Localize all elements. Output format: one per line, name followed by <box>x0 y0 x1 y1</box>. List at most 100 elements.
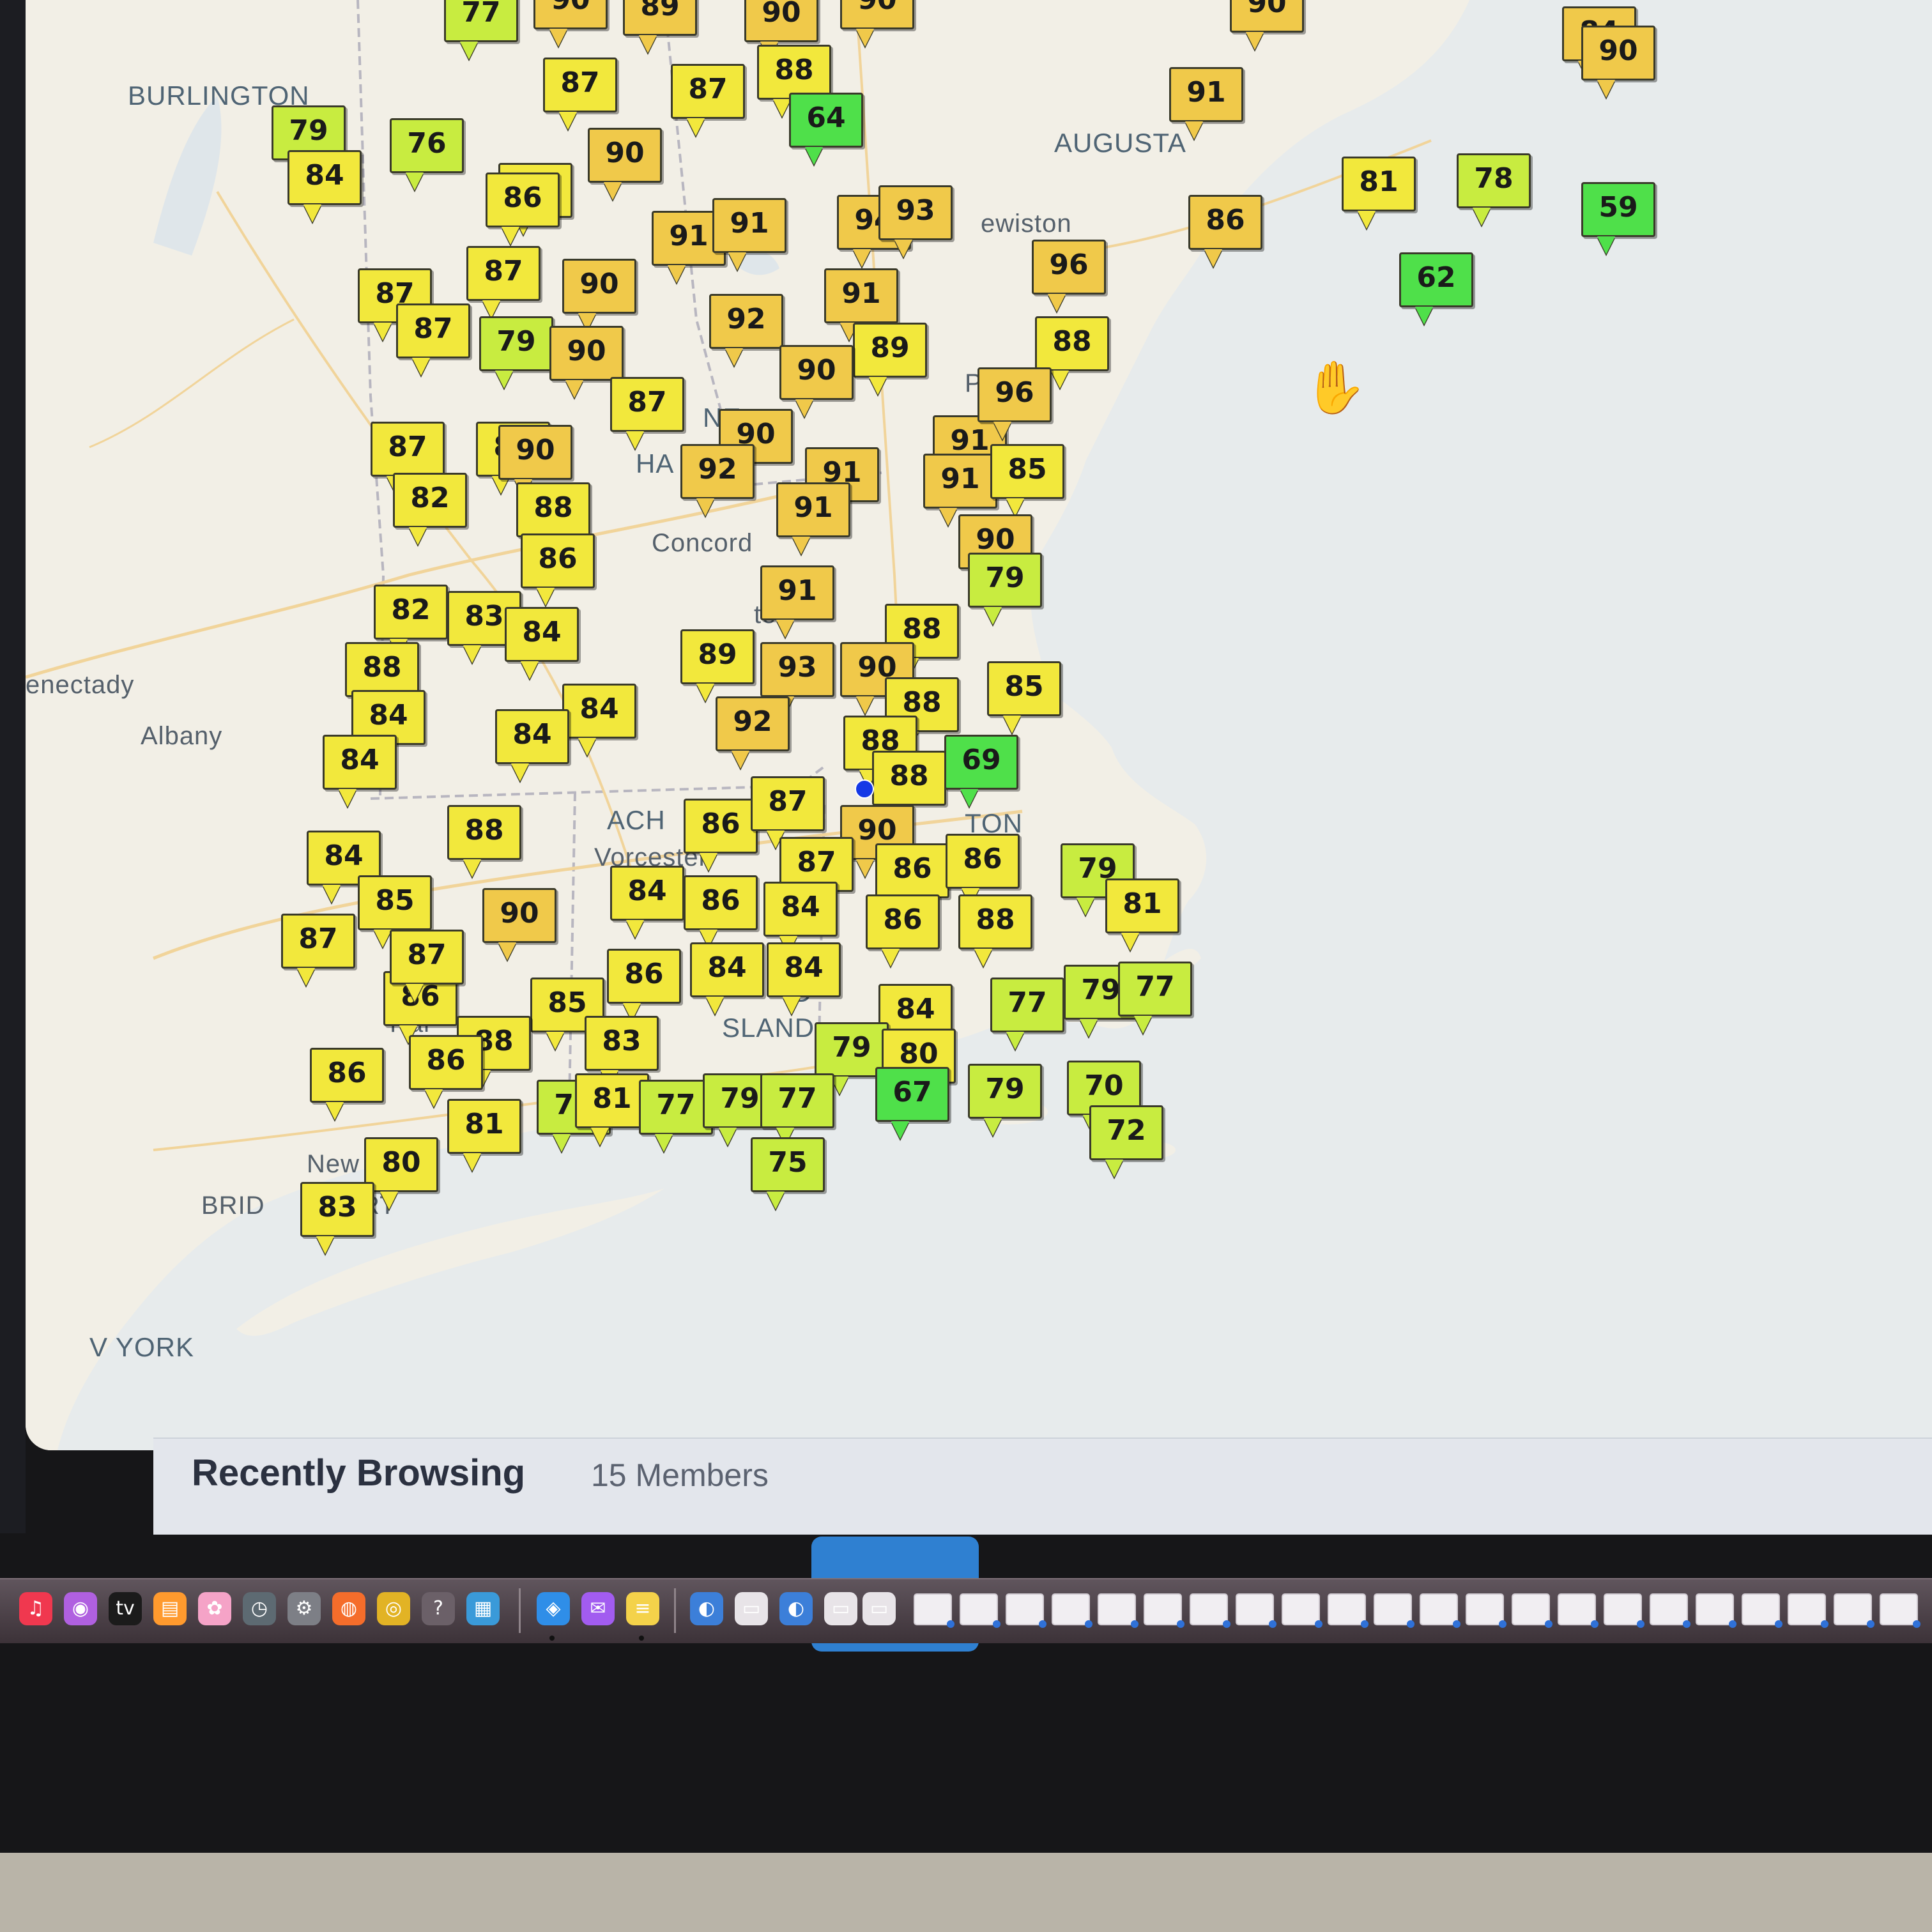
temperature-marker[interactable]: 81 <box>1105 878 1179 933</box>
podcasts-icon[interactable]: ◉ <box>64 1592 97 1625</box>
temperature-marker[interactable]: 86 <box>521 533 595 588</box>
temperature-marker[interactable]: 91 <box>824 268 898 323</box>
temperature-marker[interactable]: 87 <box>396 303 470 358</box>
temperature-marker[interactable]: 75 <box>751 1137 825 1192</box>
temperature-marker[interactable]: 92 <box>709 294 783 349</box>
weather-map[interactable]: BURLINGTON AUGUSTA ewiston Port Concord … <box>26 0 1932 1450</box>
temperature-marker[interactable]: 91 <box>923 454 997 509</box>
temperature-marker[interactable]: 90 <box>1581 26 1655 80</box>
temperature-marker[interactable]: 86 <box>1188 195 1262 250</box>
temperature-marker[interactable]: 87 <box>751 776 825 831</box>
temperature-marker[interactable]: 86 <box>486 172 560 227</box>
temperature-marker[interactable]: 86 <box>409 1035 483 1090</box>
minimized-window-thumbnail[interactable] <box>1650 1593 1690 1628</box>
temperature-marker[interactable]: 88 <box>345 642 419 697</box>
temperature-marker[interactable]: 77 <box>444 0 518 42</box>
minimized-window-thumbnail[interactable] <box>960 1593 1000 1628</box>
temperature-marker[interactable]: 86 <box>310 1048 384 1103</box>
minimized-window-thumbnail[interactable] <box>1604 1593 1644 1628</box>
temperature-marker[interactable]: 81 <box>1342 157 1416 211</box>
temperature-marker[interactable]: 85 <box>987 661 1061 716</box>
time-machine-icon[interactable]: ◷ <box>243 1592 276 1625</box>
preview-icon[interactable]: ▦ <box>466 1592 500 1625</box>
recently-browsing-count[interactable]: 15 Members <box>591 1457 769 1494</box>
globe-icon[interactable]: ◐ <box>690 1592 723 1625</box>
temperature-marker[interactable]: 89 <box>853 323 927 378</box>
temperature-marker[interactable]: 90 <box>549 326 624 381</box>
temperature-marker[interactable]: 84 <box>767 942 841 997</box>
notes-icon[interactable]: ≡ <box>626 1592 659 1625</box>
minimized-window-thumbnail[interactable] <box>1788 1593 1828 1628</box>
minimized-window-thumbnail[interactable] <box>1880 1593 1920 1628</box>
temperature-marker[interactable]: 84 <box>323 735 397 790</box>
safari-icon[interactable]: ◈ <box>537 1592 570 1625</box>
apple-tv-icon[interactable]: tv <box>109 1592 142 1625</box>
minimized-window-thumbnail[interactable] <box>1190 1593 1230 1628</box>
firefox-icon[interactable]: ◍ <box>332 1592 365 1625</box>
temperature-marker[interactable]: 90 <box>562 259 636 314</box>
temperature-marker[interactable]: 87 <box>671 64 745 119</box>
minimized-window-thumbnail[interactable] <box>1374 1593 1414 1628</box>
temperature-marker[interactable]: 88 <box>1035 316 1109 371</box>
temperature-marker[interactable]: 88 <box>447 805 521 860</box>
temperature-marker[interactable]: 84 <box>505 607 579 662</box>
temperature-marker[interactable]: 72 <box>1089 1105 1163 1160</box>
temperature-marker[interactable]: 93 <box>878 185 953 240</box>
temperature-marker[interactable]: 90 <box>1230 0 1304 33</box>
temperature-marker[interactable]: 86 <box>866 894 940 949</box>
minimized-window-thumbnail[interactable] <box>1006 1593 1046 1628</box>
temperature-marker[interactable]: 92 <box>680 444 755 499</box>
temperature-marker[interactable]: 87 <box>371 422 445 477</box>
system-settings-icon[interactable]: ⚙ <box>288 1592 321 1625</box>
temperature-marker[interactable]: 88 <box>757 45 831 100</box>
minimized-window-thumbnail[interactable] <box>1834 1593 1874 1628</box>
temperature-marker[interactable]: 91 <box>760 565 834 620</box>
music-icon[interactable]: ♫ <box>19 1592 52 1625</box>
temperature-marker[interactable]: 84 <box>610 866 684 921</box>
temperature-marker[interactable]: 85 <box>990 444 1064 499</box>
messenger-icon[interactable]: ✉ <box>581 1592 615 1625</box>
pdf-icon[interactable]: ▭ <box>824 1592 857 1625</box>
temperature-marker[interactable]: 89 <box>623 0 697 36</box>
temperature-marker[interactable]: 69 <box>944 735 1018 790</box>
temperature-marker[interactable]: 91 <box>776 482 850 537</box>
minimized-window-thumbnail[interactable] <box>1558 1593 1598 1628</box>
minimized-window-thumbnail[interactable] <box>1420 1593 1460 1628</box>
temperature-marker[interactable]: 77 <box>760 1073 834 1128</box>
temperature-marker[interactable]: 78 <box>1457 153 1531 208</box>
temperature-marker[interactable]: 84 <box>562 684 636 739</box>
temperature-marker[interactable]: 76 <box>390 118 464 173</box>
temperature-marker[interactable]: 84 <box>763 882 838 937</box>
temperature-marker[interactable]: 59 <box>1581 182 1655 237</box>
temperature-marker[interactable]: 79 <box>968 1064 1042 1119</box>
temperature-marker[interactable]: 77 <box>639 1080 713 1135</box>
temperature-marker[interactable]: 87 <box>466 246 540 301</box>
minimized-window-thumbnail[interactable] <box>1282 1593 1322 1628</box>
temperature-marker[interactable]: 67 <box>875 1067 949 1122</box>
temperature-marker[interactable]: 79 <box>968 553 1042 608</box>
temperature-marker[interactable]: 62 <box>1399 252 1473 307</box>
minimized-window-thumbnail[interactable] <box>914 1593 954 1628</box>
temperature-marker[interactable]: 86 <box>684 875 758 930</box>
text-file-icon[interactable]: ▭ <box>862 1592 896 1625</box>
minimized-window-thumbnail[interactable] <box>1144 1593 1184 1628</box>
chrome-icon[interactable]: ◎ <box>377 1592 410 1625</box>
temperature-marker[interactable]: 81 <box>575 1073 649 1128</box>
temperature-marker[interactable]: 89 <box>680 629 755 684</box>
temperature-marker[interactable]: 82 <box>393 473 467 528</box>
document-icon[interactable]: ▭ <box>735 1592 768 1625</box>
temperature-marker[interactable]: 86 <box>684 799 758 854</box>
temperature-marker[interactable]: 83 <box>585 1016 659 1071</box>
temperature-marker[interactable]: 90 <box>779 345 854 400</box>
minimized-window-thumbnail[interactable] <box>1742 1593 1782 1628</box>
temperature-marker[interactable]: 87 <box>281 914 355 969</box>
temperature-marker[interactable]: 87 <box>390 930 464 985</box>
temperature-marker[interactable]: 90 <box>588 128 662 183</box>
books-icon[interactable]: ▤ <box>153 1592 187 1625</box>
temperature-marker[interactable]: 93 <box>760 642 834 697</box>
temperature-marker[interactable]: 86 <box>607 949 681 1004</box>
temperature-marker[interactable]: 86 <box>946 834 1020 889</box>
temperature-marker[interactable]: 77 <box>990 977 1064 1032</box>
minimized-window-thumbnail[interactable] <box>1098 1593 1138 1628</box>
temperature-marker[interactable]: 87 <box>543 57 617 112</box>
